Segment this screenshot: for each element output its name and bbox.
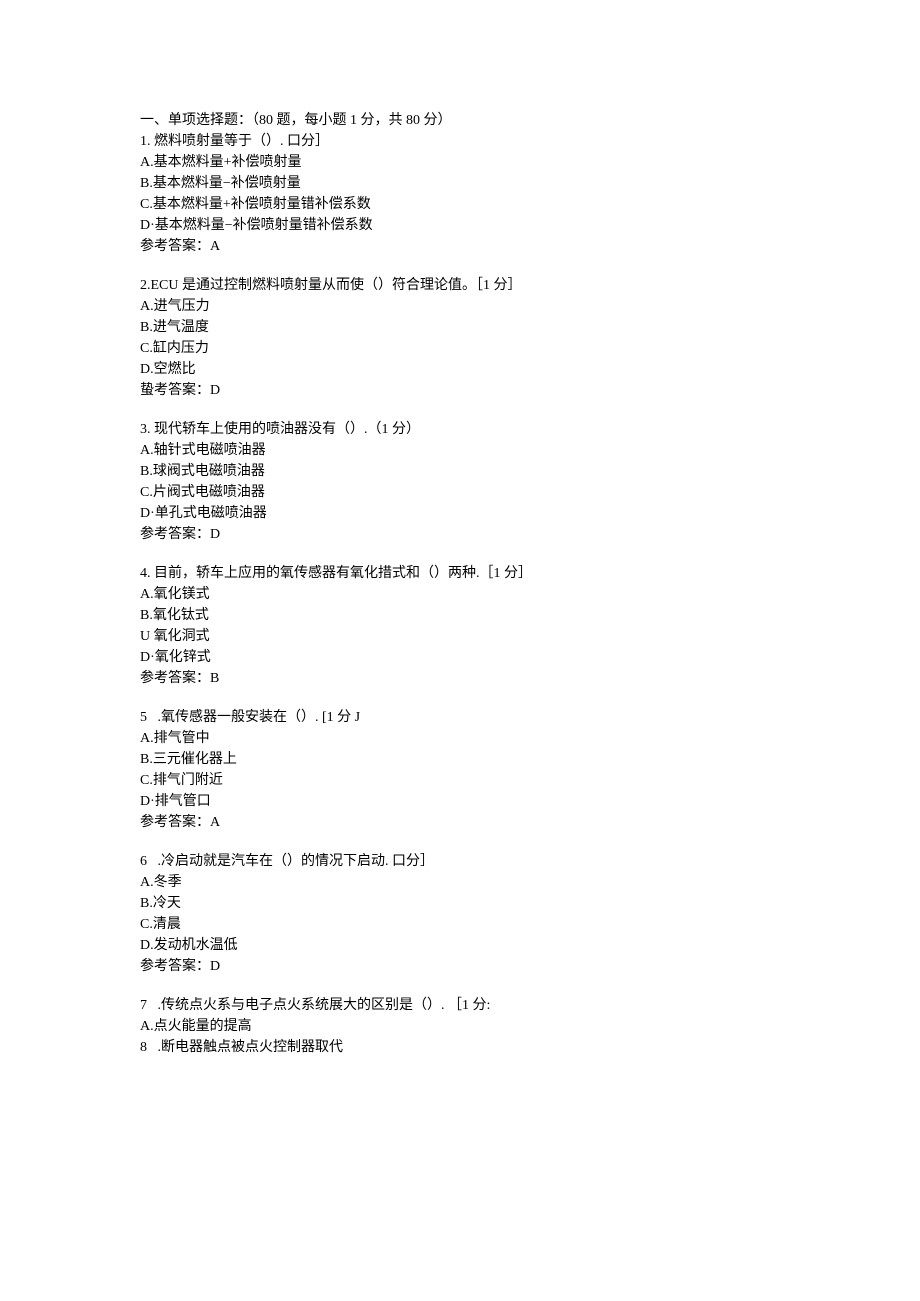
option-b: B.冷天 [140, 893, 780, 914]
question-stem: 2.ECU 是通过控制燃料喷射量从而使（）符合理论值。［1 分］ [140, 275, 780, 296]
question-stem: 5 .氧传感器一般安装在（）. [1 分 J [140, 707, 780, 728]
option-b: 8 .断电器触点被点火控制器取代 [140, 1037, 780, 1058]
question-6: 6 .冷启动就是汽车在（）的情况下启动. 口分］ A.冬季 B.冷天 C.清晨 … [140, 851, 780, 977]
option-b: B.进气温度 [140, 317, 780, 338]
answer: 参考答案：A [140, 236, 780, 257]
option-c: U 氧化洞式 [140, 626, 780, 647]
section-header: 一、单项选择题：（80 题，每小题 1 分，共 80 分） [140, 110, 780, 131]
option-b: B.基本燃料量−补偿喷射量 [140, 173, 780, 194]
document-page: 一、单项选择题：（80 题，每小题 1 分，共 80 分） 1. 燃料喷射量等于… [0, 0, 920, 1301]
question-5: 5 .氧传感器一般安装在（）. [1 分 J A.排气管中 B.三元催化器上 C… [140, 707, 780, 833]
option-d: D.空燃比 [140, 359, 780, 380]
option-b: B.氧化钛式 [140, 605, 780, 626]
option-c: C.缸内压力 [140, 338, 780, 359]
option-a: A.氧化镁式 [140, 584, 780, 605]
option-d: D.发动机水温低 [140, 935, 780, 956]
option-a: A.进气压力 [140, 296, 780, 317]
question-3: 3. 现代轿车上使用的喷油器没有（）.（1 分） A.轴针式电磁喷油器 B.球阀… [140, 419, 780, 545]
question-4: 4. 目前，轿车上应用的氧传感器有氧化措式和（）两种.［1 分］ A.氧化镁式 … [140, 563, 780, 689]
option-a: A.点火能量的提高 [140, 1016, 780, 1037]
question-stem: 1. 燃料喷射量等于（）. 口分］ [140, 131, 780, 152]
question-stem: 7 .传统点火系与电子点火系统展大的区别是（）. ［1 分: [140, 995, 780, 1016]
option-a: A.冬季 [140, 872, 780, 893]
option-c: C.片阀式电磁喷油器 [140, 482, 780, 503]
option-b: B.球阀式电磁喷油器 [140, 461, 780, 482]
option-a: A.排气管中 [140, 728, 780, 749]
question-7: 7 .传统点火系与电子点火系统展大的区别是（）. ［1 分: A.点火能量的提高… [140, 995, 780, 1058]
answer: 参考答案：D [140, 524, 780, 545]
question-stem: 3. 现代轿车上使用的喷油器没有（）.（1 分） [140, 419, 780, 440]
answer: 蛰考答案：D [140, 380, 780, 401]
option-c: C.基本燃料量+补偿喷射量错补偿系数 [140, 194, 780, 215]
answer: 参考答案：A [140, 812, 780, 833]
option-d: D·基本燃料量−补偿喷射量错补偿系数 [140, 215, 780, 236]
option-a: A.基本燃料量+补偿喷射量 [140, 152, 780, 173]
option-d: D·排气管口 [140, 791, 780, 812]
question-1: 1. 燃料喷射量等于（）. 口分］ A.基本燃料量+补偿喷射量 B.基本燃料量−… [140, 131, 780, 257]
option-c: C.排气门附近 [140, 770, 780, 791]
answer: 参考答案：D [140, 956, 780, 977]
option-b: B.三元催化器上 [140, 749, 780, 770]
question-stem: 6 .冷启动就是汽车在（）的情况下启动. 口分］ [140, 851, 780, 872]
option-d: D·氧化锌式 [140, 647, 780, 668]
option-a: A.轴针式电磁喷油器 [140, 440, 780, 461]
question-2: 2.ECU 是通过控制燃料喷射量从而使（）符合理论值。［1 分］ A.进气压力 … [140, 275, 780, 401]
option-d: D·单孔式电磁喷油器 [140, 503, 780, 524]
answer: 参考答案：B [140, 668, 780, 689]
option-c: C.清晨 [140, 914, 780, 935]
question-stem: 4. 目前，轿车上应用的氧传感器有氧化措式和（）两种.［1 分］ [140, 563, 780, 584]
